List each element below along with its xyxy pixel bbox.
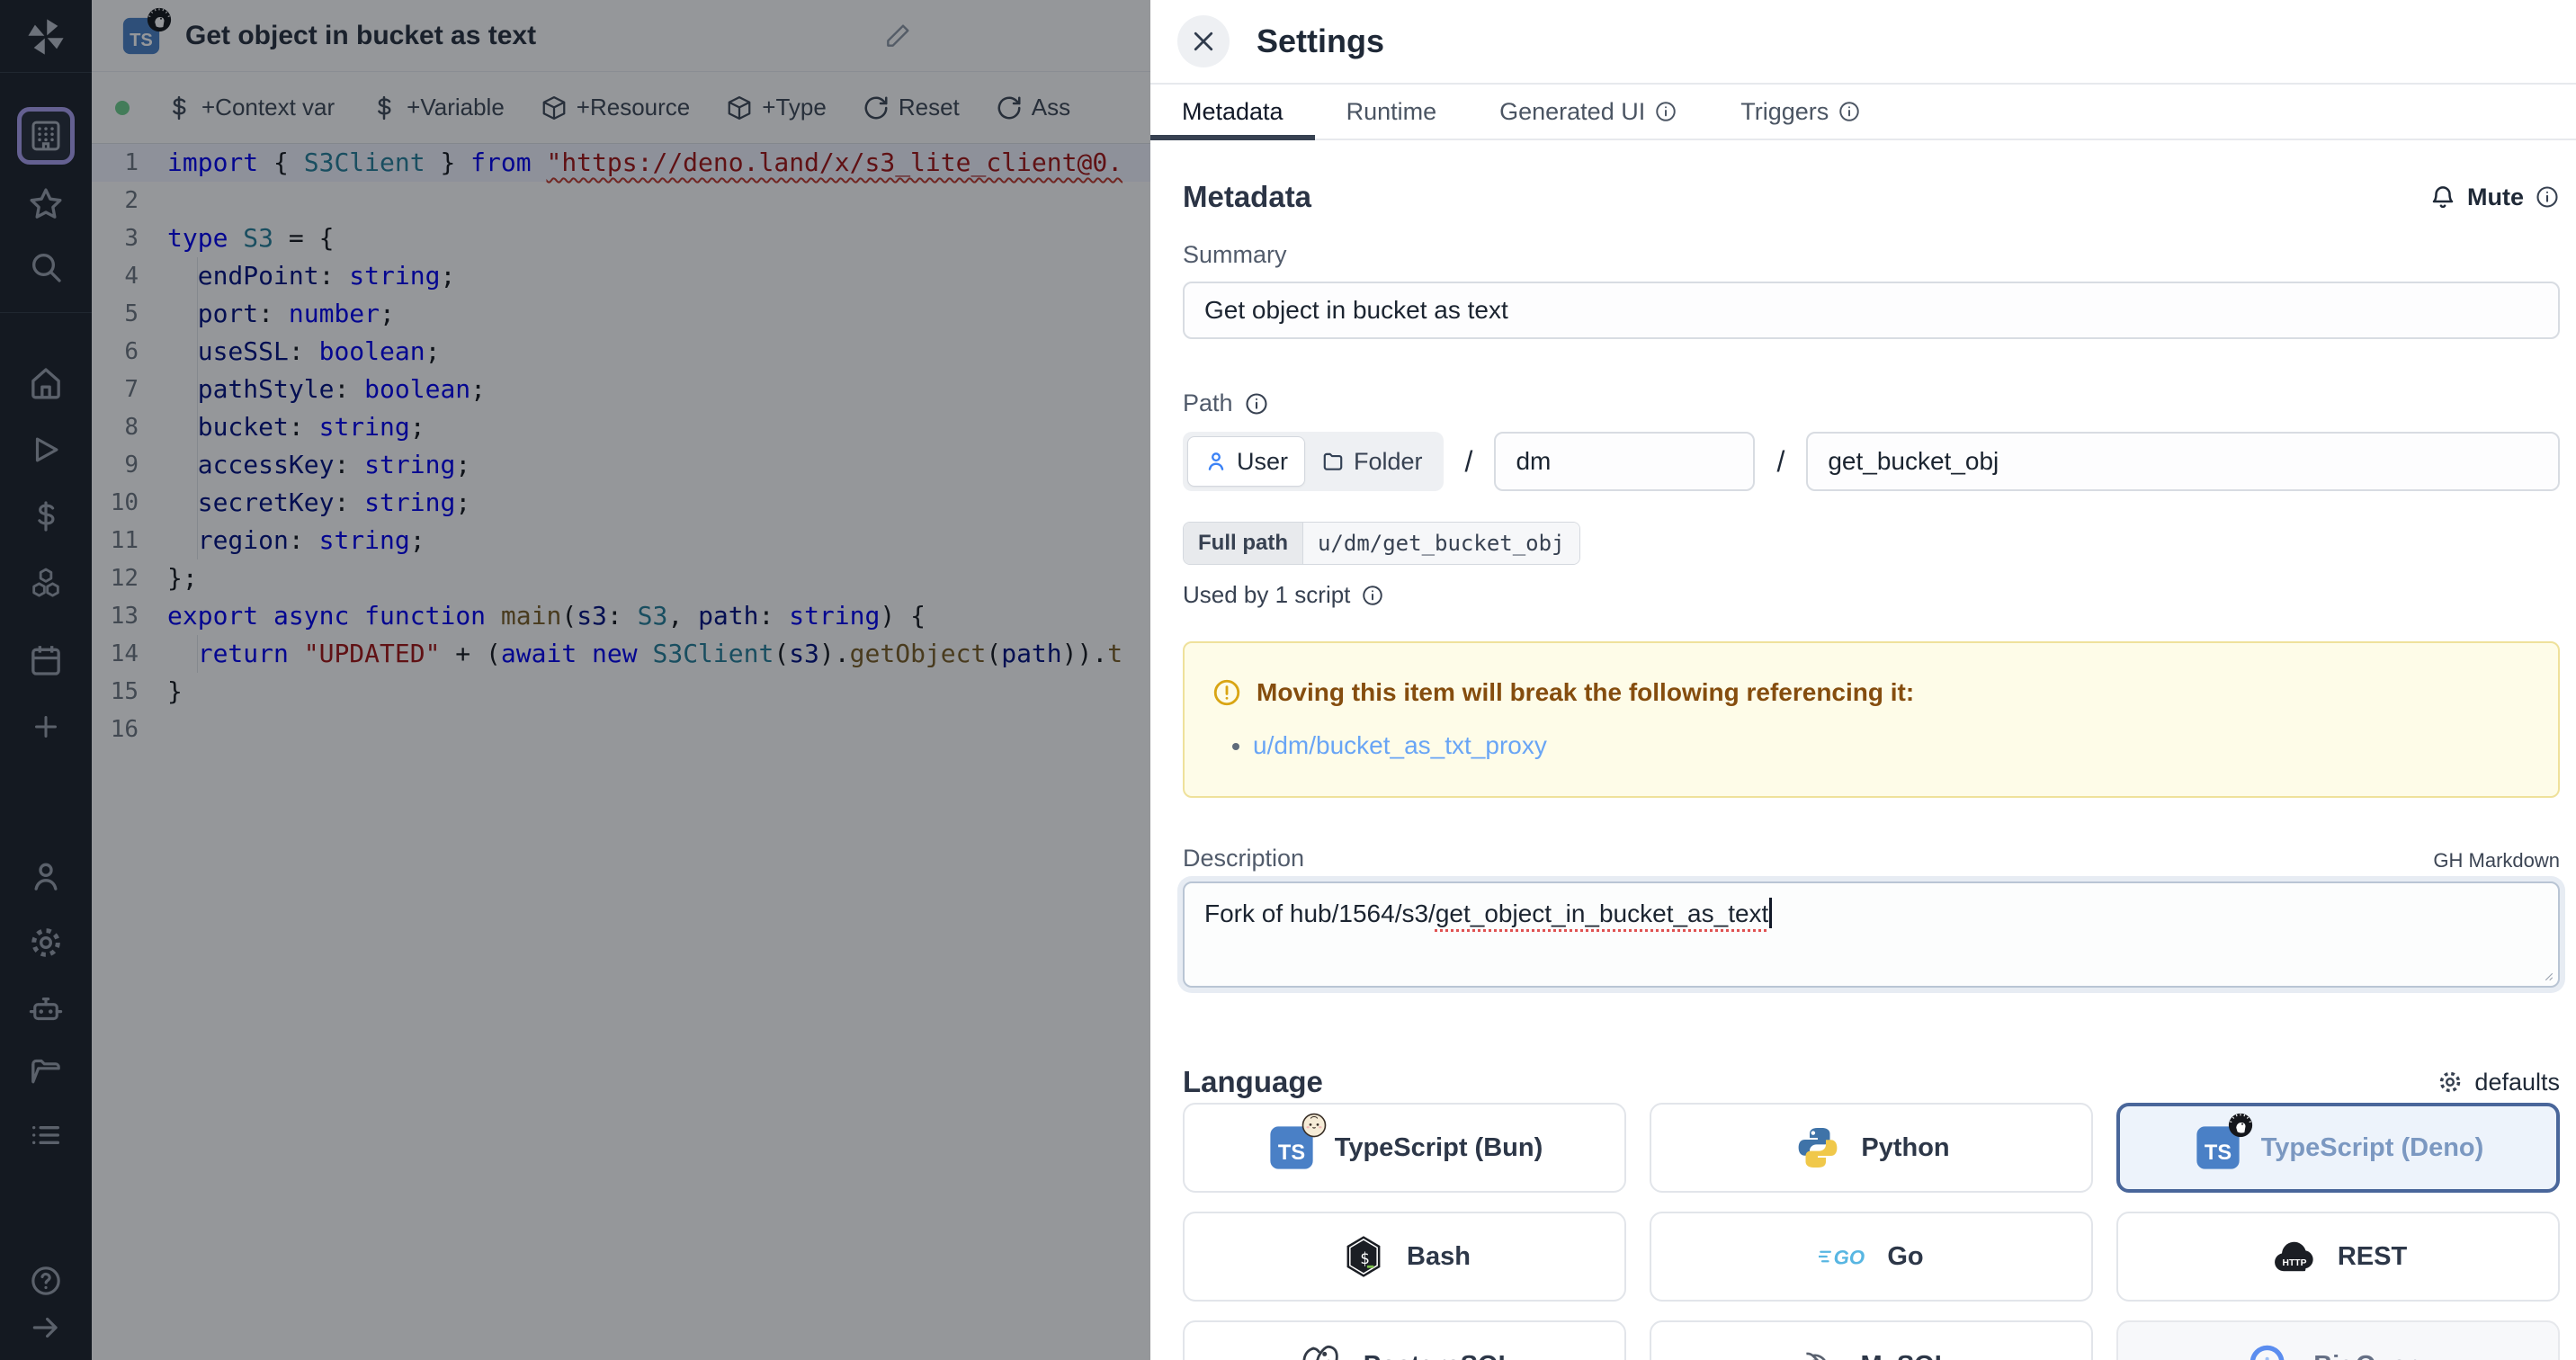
used-by-text: Used by 1 script xyxy=(1183,581,1350,609)
language-option-python[interactable]: Python xyxy=(1650,1103,2093,1193)
close-icon[interactable] xyxy=(1177,15,1230,67)
svg-text:TS: TS xyxy=(2205,1141,2232,1165)
bigquery-icon xyxy=(2245,1340,2295,1360)
settings-tabs: MetadataRuntimeGenerated UITriggers xyxy=(1150,85,2576,140)
summary-input[interactable]: Get object in bucket as text xyxy=(1183,282,2560,339)
ts-bun-icon: TS xyxy=(1266,1123,1317,1173)
info-icon xyxy=(1654,100,1677,123)
drawer-backdrop[interactable] xyxy=(0,0,1150,1360)
owner-kind-folder-button[interactable]: Folder xyxy=(1305,436,1439,487)
summary-label: Summary xyxy=(1183,241,2560,269)
language-grid: TSTypeScript (Bun) Python TSTypeScript (De… xyxy=(1183,1103,2560,1360)
info-icon xyxy=(2535,184,2560,210)
path-separator: / xyxy=(1755,445,1806,479)
gh-markdown-hint: GH Markdown xyxy=(2433,849,2560,872)
settings-drawer: Settings MetadataRuntimeGenerated UITrig… xyxy=(1150,0,2576,1360)
full-path-badge: Full path u/dm/get_bucket_obj xyxy=(1183,522,1580,565)
path-label: Path xyxy=(1183,389,1233,417)
settings-title: Settings xyxy=(1257,22,1384,60)
language-option-bigquery[interactable]: BigQuery xyxy=(2116,1320,2560,1360)
description-label: Description xyxy=(1183,845,1304,872)
metadata-heading: Metadata xyxy=(1183,180,1311,214)
language-option-go[interactable]: GOGo xyxy=(1650,1212,2093,1302)
warning-link-list: u/dm/bucket_as_txt_proxy xyxy=(1253,731,2531,760)
postgresql-icon xyxy=(1295,1340,1346,1360)
info-icon xyxy=(1838,100,1861,123)
path-separator: / xyxy=(1444,445,1495,479)
referencing-script-link[interactable]: u/dm/bucket_as_txt_proxy xyxy=(1253,731,1547,759)
bell-icon xyxy=(2429,183,2456,210)
tab-triggers[interactable]: Triggers xyxy=(1709,85,1892,139)
tab-generated-ui[interactable]: Generated UI xyxy=(1468,85,1709,139)
rest-icon: HTTP xyxy=(2269,1231,2320,1282)
settings-header: Settings xyxy=(1150,0,2576,85)
language-defaults-button[interactable]: defaults xyxy=(2437,1069,2560,1096)
go-icon: GO xyxy=(1819,1231,1869,1282)
path-name-input[interactable]: get_bucket_obj xyxy=(1806,432,2560,491)
text-cursor xyxy=(1769,898,1772,928)
svg-text:HTTP: HTTP xyxy=(2282,1258,2306,1268)
warning-list-item: u/dm/bucket_as_txt_proxy xyxy=(1253,731,2531,760)
alert-circle-icon xyxy=(1212,677,1242,708)
language-heading: Language xyxy=(1183,1065,1323,1099)
language-option-bash[interactable]: $Bash xyxy=(1183,1212,1626,1302)
user-icon xyxy=(1204,450,1228,473)
folder-icon xyxy=(1321,450,1345,473)
app-window: TS Get object in bucket as text +Context… xyxy=(0,0,2576,1360)
info-icon[interactable] xyxy=(1361,584,1384,607)
info-icon[interactable] xyxy=(1244,391,1269,416)
python-icon xyxy=(1793,1123,1843,1173)
mysql-icon: MySQL xyxy=(1793,1340,1843,1360)
gear-icon xyxy=(2437,1069,2464,1096)
language-option-mysql[interactable]: MySQLMySQL xyxy=(1650,1320,2093,1360)
full-path-value: u/dm/get_bucket_obj xyxy=(1302,523,1579,564)
svg-text:GO: GO xyxy=(1834,1247,1865,1269)
owner-kind-toggle: User Folder xyxy=(1183,432,1444,491)
description-textarea[interactable]: Fork of hub/1564/s3/get_object_in_bucket… xyxy=(1183,881,2560,988)
mute-button[interactable]: Mute xyxy=(2429,183,2560,211)
full-path-label: Full path xyxy=(1184,523,1302,564)
resize-grip-icon[interactable] xyxy=(2538,966,2554,982)
language-option-typescript-bun[interactable]: TSTypeScript (Bun) xyxy=(1183,1103,1626,1193)
metadata-content: Metadata Mute Summary Get object in buck… xyxy=(1150,180,2576,1360)
svg-text:TS: TS xyxy=(1278,1141,1305,1165)
path-owner-input[interactable]: dm xyxy=(1494,432,1755,491)
language-option-postgresql[interactable]: PostgreSQL xyxy=(1183,1320,1626,1360)
owner-kind-user-button[interactable]: User xyxy=(1187,436,1305,487)
bash-icon: $ xyxy=(1338,1231,1389,1282)
tab-metadata[interactable]: Metadata xyxy=(1150,85,1315,139)
warning-title: Moving this item will break the followin… xyxy=(1257,678,1914,707)
language-option-typescript-deno[interactable]: TSTypeScript (Deno) xyxy=(2116,1103,2560,1193)
tab-runtime[interactable]: Runtime xyxy=(1315,85,1469,139)
move-warning-box: Moving this item will break the followin… xyxy=(1183,641,2560,798)
language-option-rest[interactable]: HTTPREST xyxy=(2116,1212,2560,1302)
ts-deno-icon: TS xyxy=(2193,1123,2243,1173)
